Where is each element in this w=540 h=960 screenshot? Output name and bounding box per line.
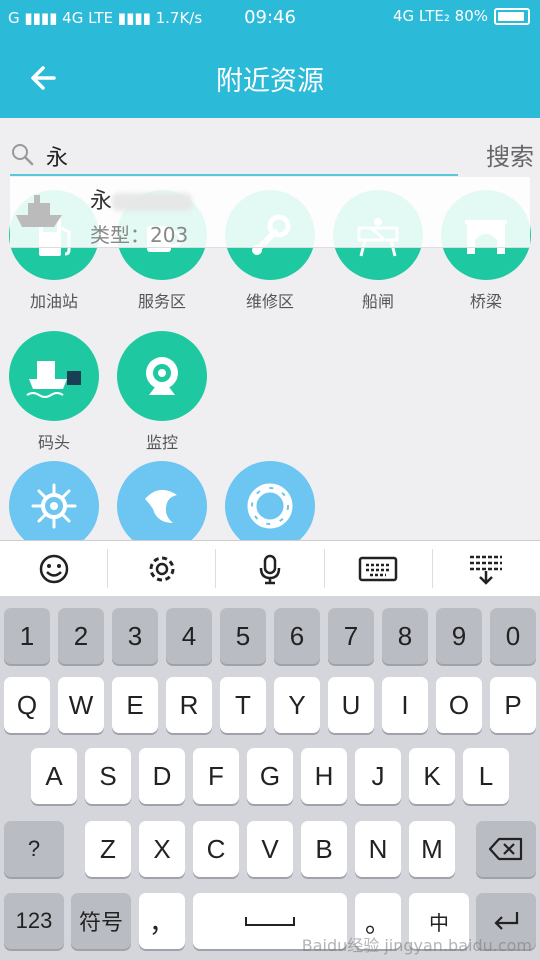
category-label: 维修区 bbox=[245, 292, 294, 311]
category-label: 加油站 bbox=[29, 292, 78, 311]
key-comma[interactable]: ， bbox=[139, 893, 185, 949]
dolphin-icon bbox=[145, 489, 177, 523]
category-label: 桥梁 bbox=[469, 292, 502, 311]
key-k[interactable]: K bbox=[409, 748, 455, 804]
key-3[interactable]: 3 bbox=[112, 608, 158, 664]
key-e[interactable]: E bbox=[112, 677, 158, 733]
search-underline bbox=[10, 174, 458, 176]
key-5[interactable]: 5 bbox=[220, 608, 266, 664]
key-j[interactable]: J bbox=[355, 748, 401, 804]
key-o[interactable]: O bbox=[436, 677, 482, 733]
search-bar: 永 搜索 bbox=[0, 118, 540, 176]
hide-keyboard-button[interactable] bbox=[433, 549, 540, 588]
key-4[interactable]: 4 bbox=[166, 608, 212, 664]
category-monitor[interactable]: 监控 bbox=[117, 331, 207, 453]
search-button[interactable]: 搜索 bbox=[486, 137, 534, 172]
key-m[interactable]: M bbox=[409, 821, 455, 877]
page-title: 附近资源 bbox=[216, 66, 324, 97]
key-a[interactable]: A bbox=[31, 748, 77, 804]
category-label: 服务区 bbox=[137, 292, 186, 311]
key-x[interactable]: X bbox=[139, 821, 185, 877]
key-symbols[interactable]: 符号 bbox=[71, 893, 131, 949]
settings-button[interactable] bbox=[108, 549, 217, 588]
category-label: 监控 bbox=[145, 433, 178, 452]
key-8[interactable]: 8 bbox=[382, 608, 428, 664]
category-label: 船闸 bbox=[361, 292, 394, 311]
key-r[interactable]: R bbox=[166, 677, 212, 733]
key-y[interactable]: Y bbox=[274, 677, 320, 733]
key-f[interactable]: F bbox=[193, 748, 239, 804]
emoji-icon bbox=[39, 554, 68, 583]
app-header: 附近资源 bbox=[0, 36, 540, 118]
category-dock[interactable]: 码头 bbox=[9, 331, 99, 453]
hide-keyboard-icon bbox=[470, 555, 503, 585]
ship-icon bbox=[16, 195, 62, 227]
category-circle bbox=[225, 461, 315, 551]
key-v[interactable]: V bbox=[247, 821, 293, 877]
watermark: Baidu经验 jingyan.baidu.com bbox=[301, 936, 532, 955]
key-123[interactable]: 123 bbox=[4, 893, 64, 949]
microphone-icon bbox=[259, 554, 281, 584]
key-i[interactable]: I bbox=[382, 677, 428, 733]
gear-icon bbox=[149, 556, 175, 581]
space-icon bbox=[245, 917, 295, 926]
key-l[interactable]: L bbox=[463, 748, 509, 804]
key-n[interactable]: N bbox=[355, 821, 401, 877]
key-t[interactable]: T bbox=[220, 677, 266, 733]
category-circle bbox=[117, 461, 207, 551]
key-p[interactable]: P bbox=[490, 677, 536, 733]
status-right: 4G LTE₂ 80% bbox=[393, 7, 530, 25]
voice-button[interactable] bbox=[216, 549, 325, 588]
suggestion-name-text: 永 bbox=[90, 189, 113, 214]
battery-info: 4G LTE₂ 80% bbox=[393, 7, 488, 25]
category-circle bbox=[117, 331, 207, 421]
lifebuoy-icon bbox=[247, 483, 293, 529]
key-g[interactable]: G bbox=[247, 748, 293, 804]
category-lifebuoy[interactable] bbox=[225, 461, 315, 551]
key-c[interactable]: C bbox=[193, 821, 239, 877]
category-circle bbox=[9, 461, 99, 551]
status-bar: G ▮▮▮▮ 4G LTE ▮▮▮▮ 1.7K/s 09:46 4G LTE₂ … bbox=[0, 0, 540, 36]
search-suggestion[interactable]: 永 类型：203 bbox=[10, 177, 530, 248]
keyboard-switch-button[interactable] bbox=[325, 549, 433, 588]
key-1[interactable]: 1 bbox=[4, 608, 50, 664]
search-icon bbox=[12, 144, 34, 166]
dock-icon bbox=[26, 361, 81, 398]
search-input[interactable]: 永 bbox=[46, 140, 68, 172]
backspace-key[interactable] bbox=[476, 821, 536, 877]
category-label: 码头 bbox=[37, 433, 70, 452]
enter-icon bbox=[494, 912, 519, 930]
helm-icon bbox=[31, 483, 77, 529]
key-h[interactable]: H bbox=[301, 748, 347, 804]
key-0[interactable]: 0 bbox=[490, 608, 536, 664]
key-q[interactable]: Q bbox=[4, 677, 50, 733]
keyboard: 1 2 3 4 5 6 7 8 9 0 Q W E R T Y U I O P … bbox=[0, 596, 540, 960]
redacted-text bbox=[112, 193, 193, 211]
key-question[interactable]: ? bbox=[4, 821, 64, 877]
suggestion-name: 永 bbox=[90, 183, 193, 215]
key-u[interactable]: U bbox=[328, 677, 374, 733]
key-9[interactable]: 9 bbox=[436, 608, 482, 664]
camera-icon bbox=[146, 357, 178, 395]
key-b[interactable]: B bbox=[301, 821, 347, 877]
key-d[interactable]: D bbox=[139, 748, 185, 804]
keyboard-icon bbox=[358, 556, 398, 581]
suggestion-type: 类型：203 bbox=[90, 223, 189, 247]
key-2[interactable]: 2 bbox=[58, 608, 104, 664]
backspace-icon bbox=[488, 837, 523, 861]
category-dolphin[interactable] bbox=[117, 461, 207, 551]
key-7[interactable]: 7 bbox=[328, 608, 374, 664]
category-helm[interactable] bbox=[9, 461, 99, 551]
key-z[interactable]: Z bbox=[85, 821, 131, 877]
keyboard-toolbar bbox=[0, 540, 540, 596]
emoji-button[interactable] bbox=[0, 549, 109, 588]
key-w[interactable]: W bbox=[58, 677, 104, 733]
category-circle bbox=[9, 331, 99, 421]
battery-icon bbox=[494, 7, 530, 25]
key-s[interactable]: S bbox=[85, 748, 131, 804]
key-6[interactable]: 6 bbox=[274, 608, 320, 664]
